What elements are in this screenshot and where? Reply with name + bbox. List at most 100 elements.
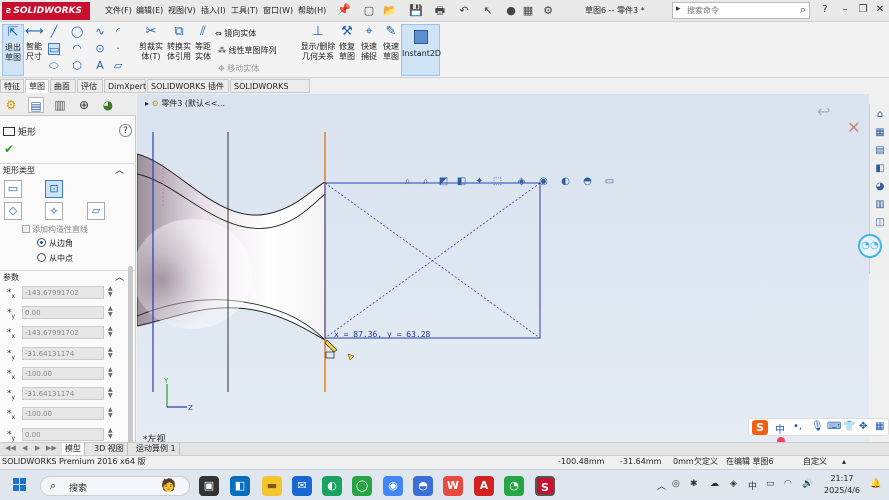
keyboard-icon[interactable]: ⌨	[827, 421, 841, 432]
rectangle-tool-icon[interactable]: ▭	[48, 43, 60, 56]
tab-dimxpert[interactable]: DimXpert	[104, 79, 146, 93]
search-input[interactable]	[687, 4, 787, 17]
minimize-button[interactable]: –	[838, 3, 852, 17]
convert-entities-button[interactable]: ⧉ 转换实 体引用	[165, 24, 193, 76]
tray-cloud-icon[interactable]: ☁	[710, 479, 719, 489]
param-y4-field[interactable]	[22, 428, 104, 441]
pin-icon[interactable]: 📌	[337, 3, 351, 17]
linear-pattern-button[interactable]: ⁂ 线性草图阵列	[218, 45, 277, 56]
tab-solidworks-mbd[interactable]: SOLIDWORKS MBD	[230, 79, 310, 105]
trim-entities-button[interactable]: ✂ 剪裁实 体(T)	[137, 24, 165, 76]
wps-icon[interactable]: W	[443, 476, 463, 496]
spinner-icon[interactable]: ▲ ▼	[108, 306, 113, 318]
search-expand-icon[interactable]: ▸	[676, 4, 681, 14]
spinner-icon[interactable]: ▲ ▼	[108, 286, 113, 298]
construction-line-checkbox[interactable]: 添加构造性直线	[22, 224, 88, 235]
arc-tool-icon[interactable]: ◠	[71, 43, 83, 55]
graphics-area[interactable]: ▸ ⚙ 零件3 (默认<<... Y Z x = 87.36, y = 63.2…	[137, 94, 869, 442]
parameters-group-header[interactable]: 参数 ︿	[0, 270, 136, 284]
display-style-icon[interactable]: ◈	[515, 175, 528, 188]
chrome-icon[interactable]: ◉	[383, 476, 403, 496]
ok-checkmark-icon[interactable]: ✔	[4, 142, 14, 156]
line-tool-icon[interactable]: ╱	[48, 26, 60, 38]
wechat-circle-icon[interactable]: ◯	[352, 476, 372, 496]
skin-icon[interactable]: 👕	[843, 421, 855, 432]
quick-snap-button[interactable]: ⌖ 快速 捕捉	[359, 24, 379, 76]
tray-wifi-icon[interactable]: ◠	[784, 479, 792, 489]
tray-ime-icon[interactable]: 中	[748, 479, 757, 492]
previous-view-icon[interactable]: ◩	[437, 175, 450, 188]
taskbar-search-box[interactable]: ⌕ 搜索 🧑	[40, 476, 190, 496]
spinner-icon[interactable]: ▲ ▼	[108, 428, 113, 440]
wechat-icon[interactable]: ◔	[504, 476, 524, 496]
appearances-icon[interactable]: ◕	[873, 180, 887, 193]
feature-manager-tab-icon[interactable]: ⚙	[3, 97, 19, 113]
mail-icon[interactable]: ✉	[292, 476, 312, 496]
repair-sketch-button[interactable]: ⚒ 修复 草图	[337, 24, 357, 76]
panel-scrollbar[interactable]	[128, 266, 133, 466]
tab-sketch[interactable]: 草图	[25, 79, 49, 93]
design-library-icon[interactable]: ▦	[873, 126, 887, 139]
sketch-canvas[interactable]: Y Z	[137, 94, 869, 442]
viewport-window-controls-icon[interactable]: ❐ ▭ ✕	[817, 94, 847, 96]
home-icon[interactable]: ⌂	[873, 108, 887, 121]
param-y2-field[interactable]	[22, 347, 104, 360]
menu-window[interactable]: 窗口(W)	[263, 5, 293, 16]
tab-nav-prev-icon[interactable]: ◀	[22, 444, 27, 452]
confirmation-corner-cancel-icon[interactable]: ✕	[847, 118, 860, 137]
polygon-tool-icon[interactable]: ⬡	[71, 60, 83, 72]
notification-bell-icon[interactable]: 🔔	[870, 479, 881, 489]
menu-tools[interactable]: 工具(T)	[231, 5, 258, 16]
confirmation-corner-ok-icon[interactable]: ↩	[817, 102, 830, 121]
property-manager-tab-icon[interactable]: ▤	[28, 97, 44, 113]
spinner-icon[interactable]: ▲ ▼	[108, 326, 113, 338]
param-y1-field[interactable]	[22, 306, 104, 319]
param-x3-field[interactable]	[22, 367, 104, 380]
center-rectangle-button[interactable]: ⊡	[45, 180, 63, 198]
fillet-tool-icon[interactable]: ◜	[112, 26, 124, 38]
units-dropdown-icon[interactable]: ▴	[842, 456, 846, 468]
save-icon[interactable]: 💾	[408, 3, 424, 18]
tray-overflow-icon[interactable]: ︿	[657, 479, 666, 492]
section-view-icon[interactable]: ◧	[455, 175, 468, 188]
move-entities-button[interactable]: ✥ 移动实体	[218, 63, 259, 74]
dynamic-annotation-icon[interactable]: ✦	[473, 175, 486, 188]
view-settings-icon[interactable]: ▭	[603, 175, 616, 188]
checkbox-box[interactable]	[22, 225, 30, 233]
radio-from-corner[interactable]: 从边角	[37, 238, 73, 249]
menu-edit[interactable]: 编辑(E)	[136, 5, 163, 16]
system-clock[interactable]: 21:17 2025/4/6	[822, 473, 862, 497]
ime-mode[interactable]: 中	[775, 421, 785, 436]
spinner-icon[interactable]: ▲ ▼	[108, 387, 113, 399]
param-y3-field[interactable]	[22, 387, 104, 400]
file-explorer-icon[interactable]: ▬	[262, 476, 282, 496]
file-explorer-icon[interactable]: ▤	[873, 144, 887, 157]
edit-appearance-icon[interactable]: ◐	[559, 175, 572, 188]
assistant-chat-icon[interactable]: ◔◔	[858, 234, 882, 258]
tray-app-icon[interactable]: ◎	[672, 479, 680, 489]
tab-surfaces[interactable]: 曲面	[50, 79, 76, 93]
param-x2-field[interactable]	[22, 326, 104, 339]
rapid-sketch-button[interactable]: ✎ 快速 草图	[381, 24, 401, 76]
display-delete-relations-button[interactable]: ⊥ 显示/删除 几何关系	[300, 24, 336, 76]
collapse-chevron-icon[interactable]: ︿	[115, 164, 124, 178]
solidworks-logo[interactable]: ƨ SOLIDWORKS	[2, 2, 90, 20]
radio-dot[interactable]	[37, 253, 46, 262]
microphone-icon[interactable]: 🎙	[811, 421, 824, 432]
ellipse-tool-icon[interactable]: ⊙	[94, 43, 106, 55]
menu-view[interactable]: 视图(V)	[168, 5, 196, 16]
forum-icon[interactable]: ◫	[873, 216, 887, 229]
apply-scene-icon[interactable]: ◓	[581, 175, 594, 188]
spinner-icon[interactable]: ▲ ▼	[108, 367, 113, 379]
hide-show-items-icon[interactable]: ◉	[537, 175, 550, 188]
tray-security-icon[interactable]: ◈	[730, 479, 737, 489]
tab-nav-last-icon[interactable]: ▶▶	[46, 444, 57, 452]
zoom-to-area-icon[interactable]: ⌕	[419, 175, 432, 188]
tab-nav-first-icon[interactable]: ◀◀	[5, 444, 16, 452]
exit-sketch-button[interactable]: ⇱ 退出 草图	[2, 24, 24, 76]
new-document-icon[interactable]: ▢	[361, 3, 377, 18]
3point-center-rectangle-button[interactable]: ⟡	[45, 202, 63, 220]
pdf-reader-icon[interactable]: A	[474, 476, 494, 496]
spinner-icon[interactable]: ▲ ▼	[108, 347, 113, 359]
instant2d-button[interactable]: Instant2D	[401, 24, 441, 76]
